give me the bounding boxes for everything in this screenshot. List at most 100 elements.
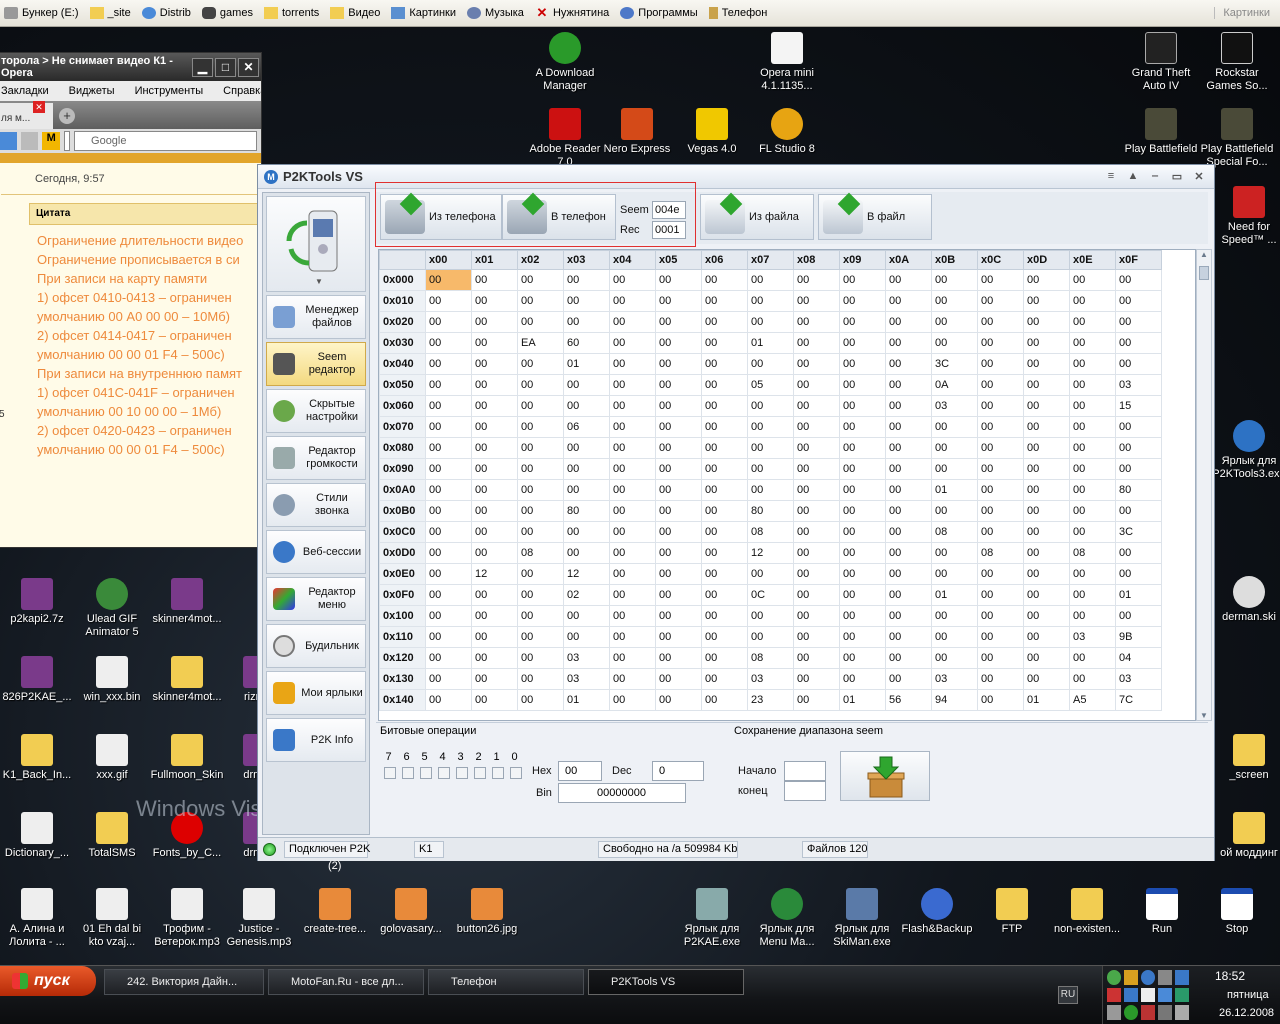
hex-cell[interactable]: 00 bbox=[609, 647, 656, 669]
opera-titlebar[interactable]: торола > Не снимает видео К1 - Opera ▁ □ ✕ bbox=[0, 53, 261, 81]
hex-cell[interactable]: A5 bbox=[1069, 689, 1116, 711]
desktop-icon-ulead[interactable]: Ulead GIF Animator 5 bbox=[75, 578, 149, 639]
hex-cell[interactable]: 00 bbox=[977, 416, 1024, 438]
hex-cell[interactable]: 00 bbox=[655, 290, 702, 312]
hex-cell[interactable]: 00 bbox=[425, 311, 472, 333]
hex-cell[interactable]: 00 bbox=[885, 458, 932, 480]
hex-cell[interactable]: 00 bbox=[655, 269, 702, 291]
hex-cell[interactable]: 00 bbox=[885, 500, 932, 522]
hex-cell[interactable]: 00 bbox=[977, 584, 1024, 606]
hex-cell[interactable]: 12 bbox=[471, 563, 518, 585]
hex-cell[interactable]: 00 bbox=[977, 395, 1024, 417]
hex-cell[interactable]: 00 bbox=[425, 290, 472, 312]
ql-item-misc[interactable]: ✕ Нужнятина bbox=[535, 6, 609, 19]
hex-cell[interactable]: 00 bbox=[425, 626, 472, 648]
hex-cell[interactable]: 00 bbox=[425, 605, 472, 627]
chevron-down-icon[interactable]: ▼ bbox=[315, 277, 323, 286]
opera-window[interactable]: торола > Не снимает видео К1 - Opera ▁ □ ✕… bbox=[0, 52, 262, 548]
hex-cell[interactable]: 00 bbox=[839, 416, 886, 438]
hex-cell[interactable]: 00 bbox=[471, 479, 518, 501]
hex-cell[interactable]: 00 bbox=[1023, 605, 1070, 627]
taskbar-item-opera[interactable]: MotoFan.Ru - все дл... bbox=[268, 969, 424, 995]
hex-cell[interactable]: 00 bbox=[701, 311, 748, 333]
hex-cell[interactable]: 00 bbox=[471, 395, 518, 417]
hex-cell[interactable]: 00 bbox=[839, 626, 886, 648]
hex-cell[interactable]: 00 bbox=[655, 395, 702, 417]
hex-cell[interactable]: 00 bbox=[655, 584, 702, 606]
taskbar-item-p2ktools[interactable]: P2KTools VS bbox=[588, 969, 744, 995]
hex-cell[interactable]: 00 bbox=[839, 269, 886, 291]
desktop-icon-adobe-reader[interactable]: Adobe Reader 7.0 bbox=[528, 108, 602, 169]
hex-cell[interactable]: 00 bbox=[793, 668, 840, 690]
hex-cell[interactable]: 00 bbox=[885, 437, 932, 459]
hex-cell[interactable]: 00 bbox=[1023, 416, 1070, 438]
hex-cell[interactable]: 00 bbox=[885, 416, 932, 438]
desktop-icon-battlefield-sf[interactable]: Play Battlefield Special Fo... bbox=[1200, 108, 1274, 169]
hex-cell[interactable]: 00 bbox=[977, 647, 1024, 669]
hex-cell[interactable]: 00 bbox=[425, 500, 472, 522]
hex-cell[interactable]: 00 bbox=[609, 479, 656, 501]
close-icon[interactable]: ✕ bbox=[1190, 170, 1208, 183]
hex-cell[interactable]: 00 bbox=[977, 500, 1024, 522]
hex-cell[interactable]: 00 bbox=[977, 458, 1024, 480]
dec-input[interactable]: 0 bbox=[652, 761, 704, 781]
hex-cell[interactable]: 00 bbox=[1069, 437, 1116, 459]
hex-cell[interactable]: 00 bbox=[609, 689, 656, 711]
hex-cell[interactable]: 00 bbox=[839, 521, 886, 543]
hex-cell[interactable]: 00 bbox=[517, 416, 564, 438]
hex-cell[interactable]: 00 bbox=[977, 689, 1024, 711]
bit-checkbox[interactable] bbox=[438, 767, 450, 779]
hex-cell[interactable]: 00 bbox=[563, 458, 610, 480]
close-icon[interactable]: ✕ bbox=[238, 57, 259, 77]
tray-icon[interactable] bbox=[1107, 970, 1121, 985]
desktop-icon-826p2kae[interactable]: 826P2KAE_... bbox=[0, 656, 74, 717]
hex-cell[interactable]: 00 bbox=[1069, 395, 1116, 417]
hex-cell[interactable]: 23 bbox=[747, 689, 794, 711]
hex-cell[interactable]: 00 bbox=[425, 542, 472, 564]
hex-cell[interactable]: 00 bbox=[701, 626, 748, 648]
hex-cell[interactable]: 00 bbox=[471, 353, 518, 375]
hex-cell[interactable]: 00 bbox=[655, 668, 702, 690]
ql-item-distrib[interactable]: Distrib bbox=[141, 7, 191, 19]
hex-cell[interactable]: 00 bbox=[931, 311, 978, 333]
hex-cell[interactable]: 00 bbox=[1023, 290, 1070, 312]
maximize-icon[interactable]: □ bbox=[215, 57, 236, 77]
save-to-file-button[interactable]: В файл bbox=[818, 192, 932, 240]
hex-cell[interactable]: 12 bbox=[747, 542, 794, 564]
tray-icon[interactable] bbox=[1124, 987, 1138, 1003]
hex-cell[interactable]: 00 bbox=[609, 626, 656, 648]
hex-cell[interactable]: 00 bbox=[885, 311, 932, 333]
save-range-button[interactable] bbox=[840, 751, 930, 801]
hex-cell[interactable]: 01 bbox=[747, 332, 794, 354]
hex-cell[interactable]: 00 bbox=[977, 437, 1024, 459]
home-icon[interactable] bbox=[0, 132, 17, 150]
hex-cell[interactable]: 00 bbox=[747, 311, 794, 333]
tray-icon[interactable] bbox=[1107, 1005, 1121, 1020]
hex-cell[interactable]: 00 bbox=[425, 521, 472, 543]
ql-item-site[interactable]: _site bbox=[89, 7, 131, 19]
hex-cell[interactable]: 00 bbox=[609, 605, 656, 627]
hex-cell[interactable]: 00 bbox=[1115, 290, 1162, 312]
hex-cell[interactable]: 00 bbox=[471, 269, 518, 291]
hex-cell[interactable]: 00 bbox=[471, 689, 518, 711]
nav-hidden-settings[interactable]: Скрытые настройки bbox=[266, 389, 366, 433]
hex-cell[interactable]: 00 bbox=[471, 458, 518, 480]
minimize-icon[interactable]: ‒ bbox=[1146, 170, 1164, 183]
hex-cell[interactable]: 00 bbox=[425, 395, 472, 417]
desktop-icon-win-xxx[interactable]: win_xxx.bin bbox=[75, 656, 149, 717]
nav-alarm[interactable]: Будильник bbox=[266, 624, 366, 668]
hex-cell[interactable]: 7C bbox=[1115, 689, 1162, 711]
phone-header[interactable]: ▼ bbox=[266, 196, 366, 292]
hex-cell[interactable]: 00 bbox=[931, 563, 978, 585]
hex-cell[interactable]: 00 bbox=[839, 584, 886, 606]
hex-cell[interactable]: 00 bbox=[793, 584, 840, 606]
hex-cell[interactable]: 01 bbox=[839, 689, 886, 711]
tray-icon[interactable] bbox=[1107, 987, 1121, 1003]
hex-cell[interactable]: 00 bbox=[747, 479, 794, 501]
hex-cell[interactable]: 00 bbox=[517, 605, 564, 627]
hex-cell[interactable]: 00 bbox=[425, 374, 472, 396]
tray-icon[interactable] bbox=[1124, 970, 1138, 985]
hex-cell[interactable]: 00 bbox=[793, 311, 840, 333]
hex-cell[interactable]: 00 bbox=[701, 332, 748, 354]
opera-tab[interactable]: ля м... bbox=[0, 103, 53, 129]
